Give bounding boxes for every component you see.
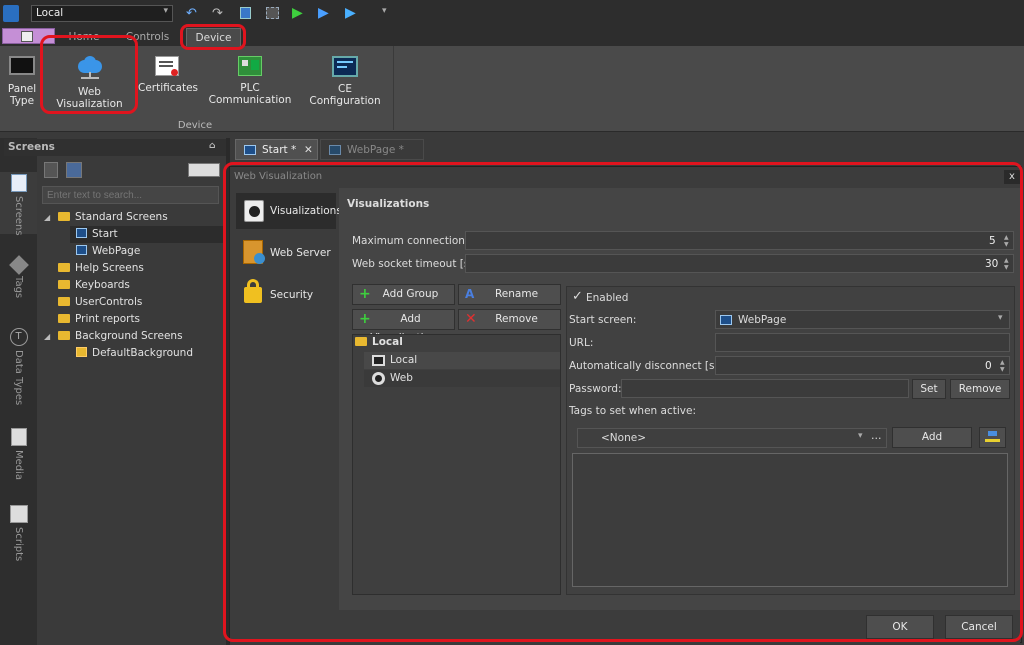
panel-type-label-2: Type <box>9 95 35 107</box>
customize-toolbar-icon[interactable]: ▾ <box>382 6 387 16</box>
certificate-icon <box>155 56 179 76</box>
screen-page-icon <box>76 245 87 255</box>
folder-icon <box>58 212 70 221</box>
file-icon <box>21 31 33 42</box>
tree-item-label: Background Screens <box>75 330 183 342</box>
tree-item-label: UserControls <box>75 296 143 308</box>
chevron-down-icon: ▾ <box>163 6 168 16</box>
background-screen-icon <box>76 347 87 357</box>
screen-icon <box>10 174 27 192</box>
pin-icon[interactable]: ⌂ <box>209 141 215 151</box>
media-icon <box>10 428 27 446</box>
tree-item-print-reports[interactable]: Print reports <box>58 311 140 328</box>
screens-panel-header: Screens ⌂ <box>4 139 226 156</box>
side-tab-data-types-label: Data Types <box>13 350 24 406</box>
run-icon[interactable]: ▶ <box>292 5 303 21</box>
certificates-label: Certificates <box>138 82 199 94</box>
tree-item-keyboards[interactable]: Keyboards <box>58 277 130 294</box>
ce-config-icon <box>332 56 358 77</box>
plc-communication-label: PLC Communication <box>208 82 292 106</box>
tree-item-usercontrols[interactable]: UserControls <box>58 294 142 311</box>
side-tab-screens-label: Screens <box>13 196 24 236</box>
doc-tab-webpage-label: WebPage * <box>347 144 404 156</box>
screen-page-icon <box>244 145 256 155</box>
tree-item-standard-screens[interactable]: Standard Screens <box>58 209 168 226</box>
tree-item-start[interactable]: Start <box>70 226 224 243</box>
plc-card-icon <box>238 56 262 76</box>
tree-item-webpage[interactable]: WebPage <box>76 243 140 260</box>
tree-item-label: Keyboards <box>75 279 130 291</box>
save-icon[interactable] <box>240 7 251 19</box>
redo-icon[interactable]: ↷ <box>212 6 223 21</box>
save-all-icon[interactable] <box>266 7 279 19</box>
folder-icon <box>58 331 70 340</box>
screen-page-icon <box>329 145 341 155</box>
side-tab-scripts[interactable]: Scripts <box>0 505 37 565</box>
highlight-dialog <box>223 162 1023 642</box>
folder-icon <box>58 280 70 289</box>
screen-page-icon <box>76 228 87 238</box>
side-tab-data-types[interactable]: T Data Types <box>0 328 37 408</box>
tree-item-default-background[interactable]: DefaultBackground <box>76 345 193 362</box>
doc-tab-start[interactable]: Start * ✕ <box>235 139 318 160</box>
app-icon[interactable] <box>3 5 19 22</box>
data-type-icon: T <box>9 328 28 346</box>
scripts-icon <box>9 505 28 523</box>
tag-icon <box>8 255 29 275</box>
list-view-icon[interactable] <box>44 162 58 178</box>
side-tab-media[interactable]: Media <box>0 428 37 484</box>
panel-type-button[interactable]: Panel Type <box>4 52 40 107</box>
collapse-icon[interactable]: ◢ <box>44 332 50 341</box>
highlight-device-tab <box>180 24 246 50</box>
collapse-icon[interactable]: ◢ <box>44 213 50 222</box>
folder-icon <box>58 297 70 306</box>
side-tab-media-label: Media <box>13 450 24 481</box>
ce-configuration-button[interactable]: CE Configuration <box>303 52 387 107</box>
tree-item-label: Help Screens <box>75 262 144 274</box>
tree-item-label: WebPage <box>92 245 141 257</box>
screens-search-input[interactable] <box>42 186 219 204</box>
panel-type-label-1: Panel <box>7 83 37 95</box>
tree-item-help-screens[interactable]: Help Screens <box>58 260 144 277</box>
close-icon[interactable]: ✕ <box>304 140 313 161</box>
certificates-button[interactable]: Certificates <box>138 52 199 94</box>
folder-icon <box>58 314 70 323</box>
side-tab-tags[interactable]: Tags <box>0 255 37 308</box>
plc-communication-button[interactable]: PLC Communication <box>202 52 298 106</box>
ribbon-group-label: Device <box>177 120 213 131</box>
run-simulator-icon[interactable]: ▶ <box>318 5 329 21</box>
ce-configuration-label: CE Configuration <box>309 83 381 107</box>
tree-item-background-screens[interactable]: Background Screens <box>58 328 183 345</box>
doc-tab-webpage[interactable]: WebPage * <box>320 139 424 160</box>
ribbon-divider <box>393 46 394 130</box>
tree-item-label: Start <box>92 228 118 240</box>
tree-item-label: DefaultBackground <box>92 347 194 359</box>
side-tab-screens[interactable]: Screens <box>0 172 37 236</box>
grid-view-icon[interactable] <box>188 163 220 177</box>
tree-item-label: Print reports <box>75 313 141 325</box>
tree-item-label: Standard Screens <box>75 211 168 223</box>
screens-panel-title: Screens <box>8 141 55 153</box>
side-tab-tags-label: Tags <box>13 276 24 299</box>
side-tab-scripts-label: Scripts <box>13 527 24 562</box>
doc-tab-start-label: Start * <box>262 144 297 156</box>
run-debug-icon[interactable]: ▶ <box>345 5 356 21</box>
folder-icon <box>58 263 70 272</box>
panel-icon <box>9 56 35 75</box>
highlight-web-visualization <box>40 35 138 114</box>
tree-view-icon[interactable] <box>66 162 82 178</box>
undo-icon[interactable]: ↶ <box>186 6 197 21</box>
project-combo[interactable]: Local ▾ <box>31 5 173 22</box>
